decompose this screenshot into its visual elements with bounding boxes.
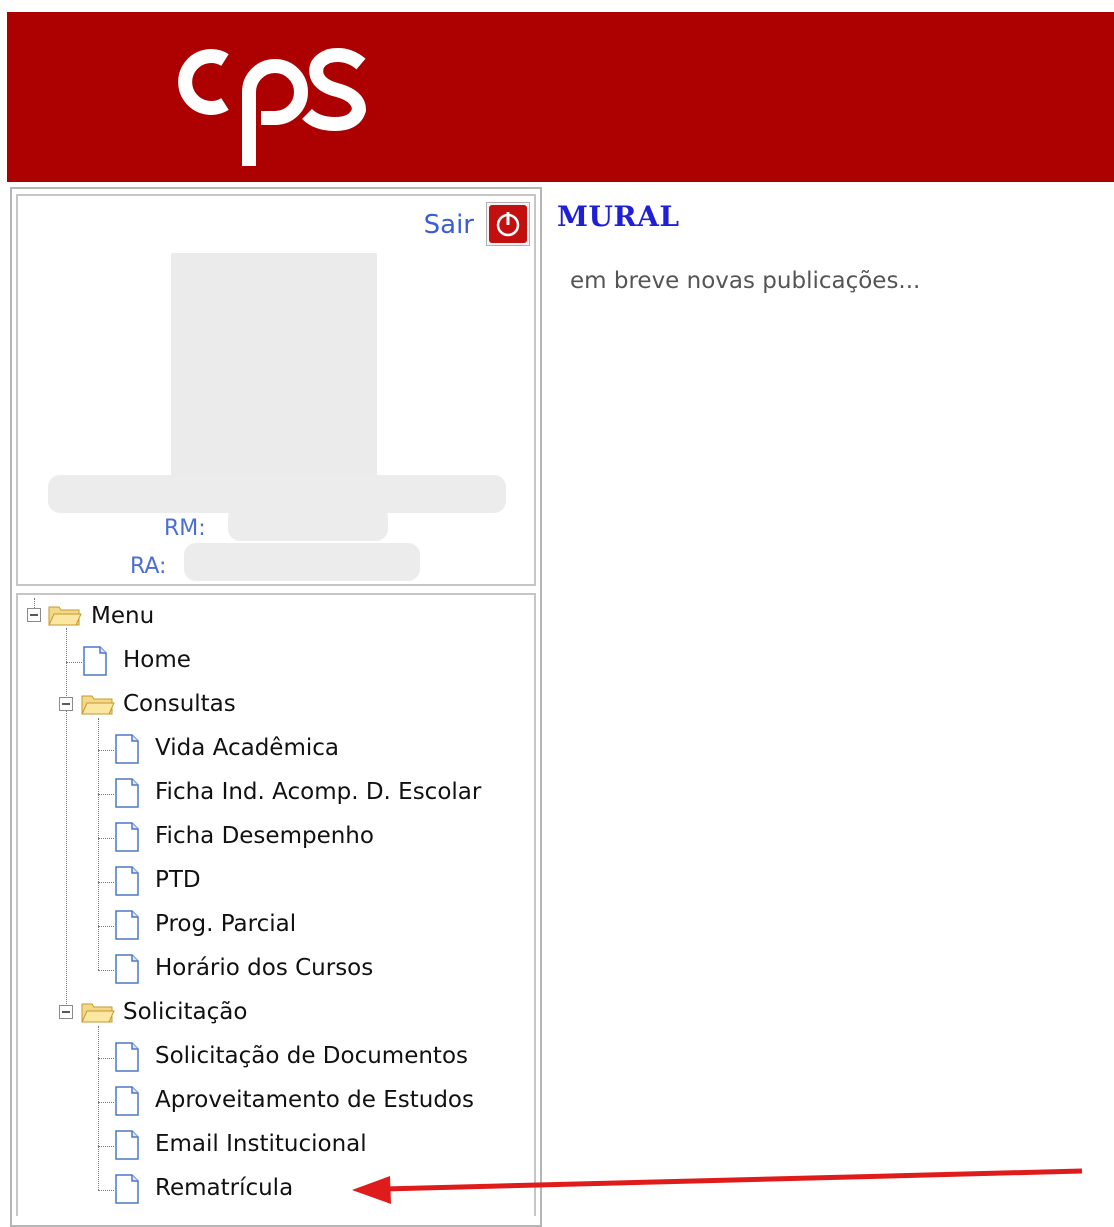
menu-item-ptd[interactable]: PTD bbox=[155, 867, 201, 893]
mural-notice: em breve novas publicações... bbox=[570, 268, 921, 294]
menu-folder-consultas[interactable]: Consultas bbox=[123, 691, 236, 717]
rm-label: RM: bbox=[164, 516, 206, 541]
menu-folder-solicitacao[interactable]: Solicitação bbox=[123, 999, 247, 1025]
menu-item-ficha-ind[interactable]: Ficha Ind. Acomp. D. Escolar bbox=[155, 779, 481, 805]
menu-item-email-institucional[interactable]: Email Institucional bbox=[155, 1131, 367, 1157]
document-icon bbox=[115, 734, 139, 764]
collapse-icon[interactable] bbox=[59, 1005, 73, 1019]
menu-item-aproveitamento[interactable]: Aproveitamento de Estudos bbox=[155, 1087, 474, 1113]
page-title: MURAL bbox=[557, 200, 680, 233]
document-icon bbox=[115, 822, 139, 852]
tree-root-menu[interactable]: Menu bbox=[91, 603, 154, 629]
menu-item-rematricula[interactable]: Rematrícula bbox=[155, 1175, 293, 1201]
document-icon bbox=[115, 1130, 139, 1160]
menu-item-solicitacao-documentos[interactable]: Solicitação de Documentos bbox=[155, 1043, 468, 1069]
document-icon bbox=[115, 1042, 139, 1072]
document-icon bbox=[115, 1086, 139, 1116]
navigation-tree bbox=[16, 593, 536, 1216]
collapse-icon[interactable] bbox=[59, 697, 73, 711]
folder-open-icon bbox=[81, 1003, 115, 1023]
profile-panel: Sair RM: RA: bbox=[16, 194, 536, 586]
document-icon bbox=[115, 910, 139, 940]
power-icon[interactable] bbox=[486, 202, 530, 246]
folder-open-icon bbox=[48, 606, 82, 626]
student-photo bbox=[171, 253, 377, 483]
folder-open-icon bbox=[81, 695, 115, 715]
menu-item-vida-academica[interactable]: Vida Acadêmica bbox=[155, 735, 339, 761]
document-icon bbox=[115, 1174, 139, 1204]
collapse-icon[interactable] bbox=[27, 608, 41, 622]
menu-item-ficha-desempenho[interactable]: Ficha Desempenho bbox=[155, 823, 374, 849]
ra-label: RA: bbox=[130, 554, 167, 579]
header-banner bbox=[7, 12, 1114, 182]
document-icon bbox=[115, 866, 139, 896]
rm-value-redacted bbox=[228, 505, 388, 541]
ra-value-redacted bbox=[184, 543, 420, 581]
document-icon bbox=[115, 778, 139, 808]
cps-logo bbox=[177, 26, 377, 175]
menu-item-home[interactable]: Home bbox=[123, 647, 191, 673]
menu-item-prog-parcial[interactable]: Prog. Parcial bbox=[155, 911, 296, 937]
document-icon bbox=[115, 954, 139, 984]
menu-item-horario-cursos[interactable]: Horário dos Cursos bbox=[155, 955, 373, 981]
document-icon bbox=[83, 646, 107, 676]
logout-link[interactable]: Sair bbox=[424, 210, 474, 240]
